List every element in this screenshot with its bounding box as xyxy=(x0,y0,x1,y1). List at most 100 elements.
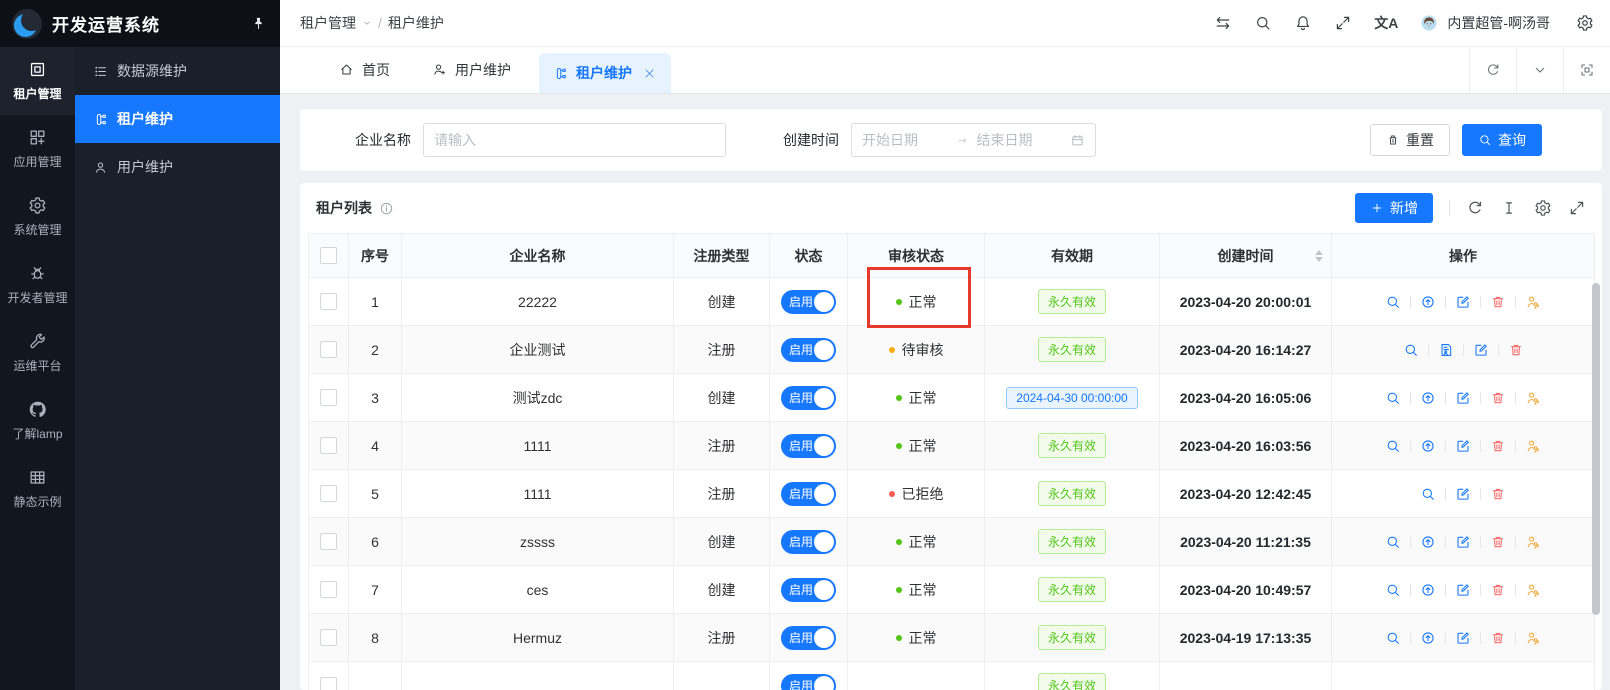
settings-gear-icon[interactable] xyxy=(1576,14,1594,32)
swap-routes-icon[interactable] xyxy=(1214,14,1232,32)
edit-icon[interactable] xyxy=(1455,630,1471,646)
row-checkbox[interactable] xyxy=(320,437,337,454)
rail-item-2[interactable]: 系统管理 xyxy=(0,183,75,251)
panel-item-2[interactable]: 用户维护 xyxy=(75,143,280,191)
view-icon[interactable] xyxy=(1420,486,1436,502)
status-toggle[interactable]: 启用 xyxy=(781,386,836,410)
edit-icon[interactable] xyxy=(1473,342,1489,358)
status-toggle[interactable]: 启用 xyxy=(781,578,836,602)
rail-item-6[interactable]: 静态示例 xyxy=(0,455,75,523)
status-toggle[interactable]: 启用 xyxy=(781,530,836,554)
grant-icon[interactable] xyxy=(1525,534,1541,550)
table-fullscreen-icon[interactable] xyxy=(1568,199,1586,217)
grant-icon[interactable] xyxy=(1525,582,1541,598)
delete-icon[interactable] xyxy=(1490,438,1506,454)
date-range-picker[interactable]: 开始日期 结束日期 xyxy=(851,123,1096,157)
view-icon[interactable] xyxy=(1385,294,1401,310)
delete-icon[interactable] xyxy=(1490,390,1506,406)
view-icon[interactable] xyxy=(1385,534,1401,550)
upload-icon[interactable] xyxy=(1420,582,1436,598)
edit-icon[interactable] xyxy=(1455,534,1471,550)
upload-icon[interactable] xyxy=(1420,294,1436,310)
tabs-dropdown-button[interactable] xyxy=(1516,47,1563,93)
edit-icon[interactable] xyxy=(1455,486,1471,502)
tab-label: 用户维护 xyxy=(455,60,511,80)
tabs-refresh-button[interactable] xyxy=(1469,47,1516,93)
status-toggle[interactable]: 启用 xyxy=(781,626,836,650)
panel-item-1[interactable]: 租户维护 xyxy=(75,95,280,143)
delete-icon[interactable] xyxy=(1490,486,1506,502)
chevron-down-icon[interactable] xyxy=(362,18,372,28)
delete-icon[interactable] xyxy=(1490,582,1506,598)
tab-2[interactable]: 租户维护 xyxy=(539,53,671,93)
pin-icon[interactable] xyxy=(251,16,266,31)
row-checkbox[interactable] xyxy=(320,581,337,598)
github-icon xyxy=(28,400,47,419)
rail-item-3[interactable]: 开发者管理 xyxy=(0,251,75,319)
user-menu[interactable]: 内置超管-啊汤哥 xyxy=(1420,13,1550,33)
tab-1[interactable]: 用户维护 xyxy=(418,46,525,93)
view-icon[interactable] xyxy=(1385,582,1401,598)
delete-icon[interactable] xyxy=(1490,534,1506,550)
row-checkbox[interactable] xyxy=(320,629,337,646)
row-density-icon[interactable] xyxy=(1500,199,1518,217)
row-checkbox[interactable] xyxy=(320,293,337,310)
tabs-maximize-button[interactable] xyxy=(1563,47,1610,93)
upload-icon[interactable] xyxy=(1420,390,1436,406)
view-icon[interactable] xyxy=(1403,342,1419,358)
close-icon[interactable] xyxy=(642,66,657,81)
delete-icon[interactable] xyxy=(1490,294,1506,310)
table-refresh-icon[interactable] xyxy=(1466,199,1484,217)
fullscreen-icon[interactable] xyxy=(1334,14,1352,32)
tab-0[interactable]: 首页 xyxy=(325,46,404,93)
action-divider xyxy=(1445,392,1446,404)
info-icon[interactable] xyxy=(379,201,394,216)
row-checkbox[interactable] xyxy=(320,341,337,358)
edit-icon[interactable] xyxy=(1455,438,1471,454)
reset-button[interactable]: 重置 xyxy=(1370,124,1450,156)
select-all-checkbox[interactable] xyxy=(320,247,337,264)
notifications-icon[interactable] xyxy=(1294,14,1312,32)
status-toggle[interactable]: 启用 xyxy=(781,674,836,690)
column-settings-icon[interactable] xyxy=(1534,199,1552,217)
view-icon[interactable] xyxy=(1385,438,1401,454)
translate-icon[interactable]: 文A xyxy=(1374,13,1398,33)
view-icon[interactable] xyxy=(1385,630,1401,646)
upload-icon[interactable] xyxy=(1420,534,1436,550)
status-toggle[interactable]: 启用 xyxy=(781,482,836,506)
grant-icon[interactable] xyxy=(1525,294,1541,310)
panel-item-0[interactable]: 数据源维护 xyxy=(75,47,280,95)
row-checkbox[interactable] xyxy=(320,677,337,690)
row-checkbox[interactable] xyxy=(320,533,337,550)
rail-item-4[interactable]: 运维平台 xyxy=(0,319,75,387)
rail-item-label: 运维平台 xyxy=(13,357,61,374)
upload-icon[interactable] xyxy=(1420,438,1436,454)
row-checkbox[interactable] xyxy=(320,389,337,406)
status-toggle[interactable]: 启用 xyxy=(781,290,836,314)
query-button[interactable]: 查询 xyxy=(1462,124,1542,156)
status-toggle[interactable]: 启用 xyxy=(781,434,836,458)
search-icon[interactable] xyxy=(1254,14,1272,32)
grant-icon[interactable] xyxy=(1525,390,1541,406)
view-icon[interactable] xyxy=(1385,390,1401,406)
delete-icon[interactable] xyxy=(1508,342,1524,358)
edit-icon[interactable] xyxy=(1455,582,1471,598)
delete-icon[interactable] xyxy=(1490,630,1506,646)
sort-caret[interactable] xyxy=(1315,250,1323,262)
table-scrollbar[interactable] xyxy=(1592,283,1600,615)
audit-icon[interactable] xyxy=(1438,342,1454,358)
row-checkbox[interactable] xyxy=(320,485,337,502)
breadcrumb-section[interactable]: 租户管理 xyxy=(300,13,356,33)
grant-icon[interactable] xyxy=(1525,438,1541,454)
rail-item-0[interactable]: 租户管理 xyxy=(0,47,75,115)
grant-icon[interactable] xyxy=(1525,630,1541,646)
status-toggle[interactable]: 启用 xyxy=(781,338,836,362)
rail-item-1[interactable]: 应用管理 xyxy=(0,115,75,183)
company-name-input[interactable] xyxy=(423,123,726,157)
edit-icon[interactable] xyxy=(1455,294,1471,310)
upload-icon[interactable] xyxy=(1420,630,1436,646)
edit-icon[interactable] xyxy=(1455,390,1471,406)
add-button[interactable]: 新增 xyxy=(1355,193,1433,223)
created-value: 2023-04-19 17:13:35 xyxy=(1180,630,1312,646)
rail-item-5[interactable]: 了解lamp xyxy=(0,387,75,455)
